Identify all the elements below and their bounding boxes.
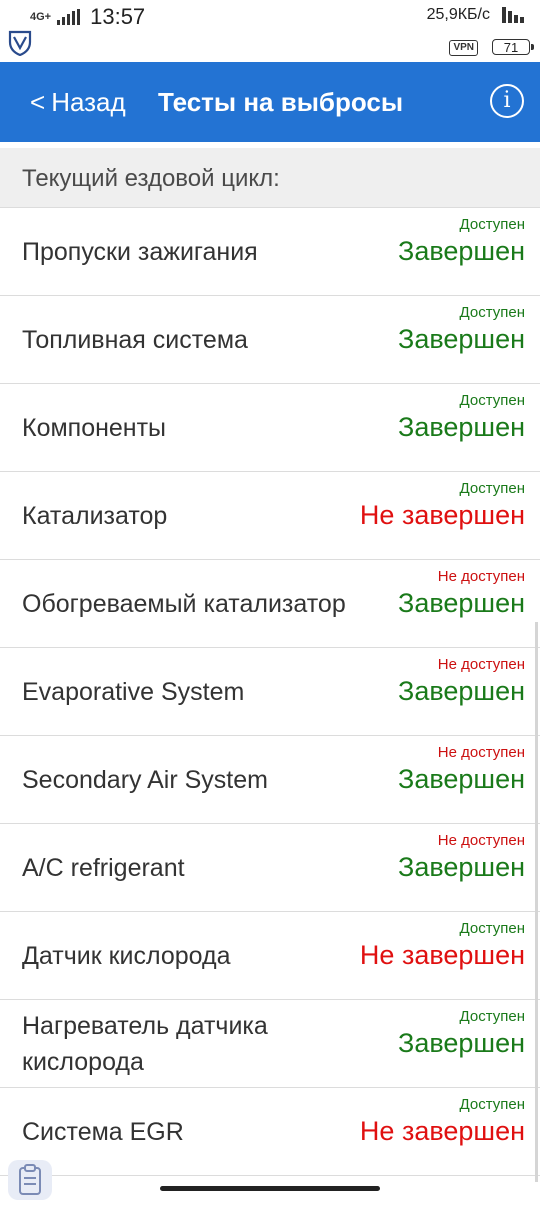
test-availability: Не доступен [437, 568, 525, 585]
test-status: Завершен [398, 676, 525, 706]
test-row[interactable]: A/C refrigerant Не доступен Завершен [0, 824, 540, 912]
test-row[interactable]: Secondary Air System Не доступен Заверше… [0, 736, 540, 824]
clock: 13:57 [90, 4, 146, 29]
test-name: Обогреваемый катализатор [22, 589, 346, 618]
test-name: Нагреватель датчика кислорода [22, 1011, 268, 1076]
network-type: 4G+ [30, 10, 52, 23]
test-list: Пропуски зажигания Доступен Завершен Топ… [0, 208, 540, 1176]
test-status: Завершен [398, 764, 525, 794]
status-bar: 4G+ 13:57 25,9КБ/с VPN 71 [0, 0, 540, 62]
chevron-left-icon: < [30, 86, 46, 117]
test-availability: Доступен [459, 920, 525, 937]
shield-icon [8, 30, 32, 56]
test-row[interactable]: Компоненты Доступен Завершен [0, 384, 540, 472]
test-row[interactable]: Evaporative System Не доступен Завершен [0, 648, 540, 736]
network-speed: 25,9КБ/с [426, 6, 490, 23]
test-name: Топливная система [22, 325, 248, 354]
test-name: A/C refrigerant [22, 853, 185, 882]
test-status: Завершен [398, 324, 525, 354]
test-availability: Доступен [459, 304, 525, 321]
test-name: Evaporative System [22, 677, 245, 706]
test-status: Завершен [398, 412, 525, 442]
test-status: Завершен [398, 852, 525, 882]
vpn-badge: VPN [449, 40, 478, 56]
signal-icon [57, 9, 81, 25]
wifi-signal-icon [502, 7, 524, 23]
test-status: Завершен [398, 588, 525, 618]
test-availability: Доступен [459, 1008, 525, 1025]
test-status: Завершен [398, 1028, 525, 1058]
test-name: Датчик кислорода [22, 941, 231, 970]
back-button[interactable]: < Назад [30, 62, 126, 142]
test-row[interactable]: Пропуски зажигания Доступен Завершен [0, 208, 540, 296]
test-name: Пропуски зажигания [22, 237, 258, 266]
scrollbar[interactable] [535, 622, 538, 1182]
battery-icon: 71 [492, 39, 534, 55]
clipboard-icon[interactable] [8, 1160, 52, 1200]
test-availability: Доступен [459, 392, 525, 409]
test-name: Secondary Air System [22, 765, 268, 794]
test-name: Катализатор [22, 501, 168, 530]
test-availability: Доступен [459, 1096, 525, 1113]
test-status: Не завершен [359, 940, 525, 970]
info-icon[interactable]: i [490, 84, 524, 118]
page-title: Тесты на выбросы [158, 87, 404, 117]
test-status: Не завершен [359, 500, 525, 530]
test-row[interactable]: Датчик кислорода Доступен Не завершен [0, 912, 540, 1000]
test-availability: Доступен [459, 216, 525, 233]
test-row[interactable]: Катализатор Доступен Не завершен [0, 472, 540, 560]
back-label: Назад [51, 86, 126, 117]
test-availability: Не доступен [437, 832, 525, 849]
status-bar-left: 4G+ 13:57 [30, 4, 145, 30]
test-status: Завершен [398, 236, 525, 266]
test-name: Компоненты [22, 413, 167, 442]
test-row[interactable]: Нагреватель датчика кислорода Доступен З… [0, 1000, 540, 1088]
test-availability: Не доступен [437, 656, 525, 673]
section-header: Текущий ездовой цикл: [0, 148, 540, 208]
test-name: Система EGR [22, 1117, 184, 1146]
test-row[interactable]: Обогреваемый катализатор Не доступен Зав… [0, 560, 540, 648]
home-indicator[interactable] [160, 1186, 380, 1191]
test-availability: Доступен [459, 480, 525, 497]
app-bar: < Назад Тесты на выбросы i [0, 62, 540, 142]
clipboard-glyph-icon [19, 1164, 41, 1195]
test-availability: Не доступен [437, 744, 525, 761]
test-row[interactable]: Топливная система Доступен Завершен [0, 296, 540, 384]
test-status: Не завершен [359, 1116, 525, 1146]
test-row[interactable]: Система EGR Доступен Не завершен [0, 1088, 540, 1176]
status-bar-right: 25,9КБ/с [427, 6, 524, 24]
